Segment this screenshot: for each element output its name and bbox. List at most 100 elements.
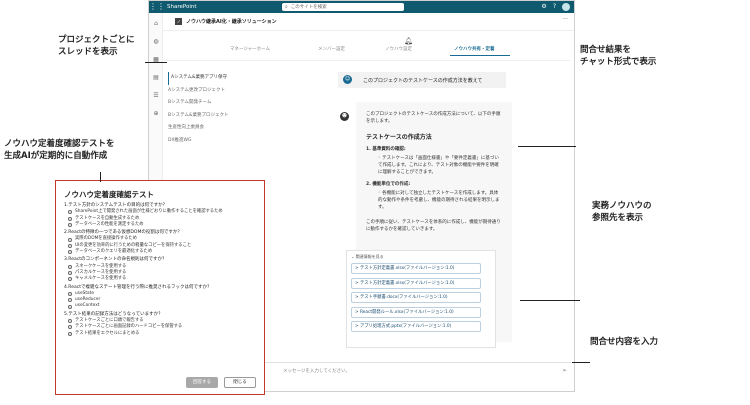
thread-item[interactable]: Bシステム開発チーム [168, 97, 263, 110]
annotation-line: 生成AIが定期的に自動作成 [4, 151, 108, 161]
radio-button[interactable] [68, 243, 72, 248]
user-icon: ☺ [343, 75, 352, 84]
annotation-chat: 問合せ結果を チャット形式で表示 [580, 44, 656, 68]
step2-text: 各機能に対して独立したテストケースを作成します。具体的な動作や条件を考慮し、機能… [378, 191, 500, 210]
annotation-connector [518, 146, 576, 147]
app-launcher-icon[interactable]: ⋮⋮ [149, 1, 165, 13]
site-logo[interactable]: ノ [175, 18, 182, 25]
radio-button[interactable] [68, 250, 72, 255]
thread-item[interactable]: DX推進WG [168, 135, 263, 148]
annotation-line: スレッドを表示 [58, 47, 118, 57]
answer-step-title: 2. 機能単位での作成: [366, 182, 411, 187]
option-label: キャメルケースを使用する [75, 276, 127, 282]
annotation-connector [145, 62, 167, 63]
reference-link[interactable]: > アプリ処理方式.pptx(ファイルバージョン:1.0) [351, 321, 481, 332]
tab-knowhow-settings[interactable]: ノウハウ設定 [385, 46, 412, 52]
home-icon[interactable]: ⌂ [149, 17, 163, 31]
answer-heading: テストケースの作成方法 [366, 134, 432, 141]
radio-button[interactable] [68, 216, 72, 221]
submit-answer-button[interactable]: 回答する [186, 377, 218, 388]
reference-link[interactable]: > React開発ルール.xlsx(ファイルバージョン:1.0) [351, 306, 481, 318]
site-search-box[interactable]: ⌕ このサイトを検索 [282, 3, 404, 11]
radio-button[interactable] [68, 298, 72, 303]
tab-manager-home[interactable]: マネージャーホーム [230, 46, 270, 52]
notification-bell-icon[interactable]: 🔔︎ [404, 37, 413, 45]
thread-item[interactable]: Bシステム&業務プロジェクト [168, 110, 263, 123]
radio-button[interactable] [68, 277, 72, 282]
send-icon[interactable]: ➢ [562, 367, 567, 374]
settings-icon[interactable]: ⚙ [541, 1, 546, 13]
radio-button[interactable] [68, 304, 72, 309]
thread-item[interactable]: Aシステム更改プロジェクト [168, 85, 263, 98]
quiz-option[interactable]: useContext [68, 303, 256, 309]
answer-step-text: ◦ 各機能に対して独立したテストケースを作成します。具体的な動作や条件を考慮し、… [378, 191, 500, 210]
radio-button[interactable] [68, 210, 72, 215]
document-icon[interactable]: ▤ [149, 71, 163, 85]
quiz-option[interactable]: データベースの性能を測定するため [68, 222, 256, 228]
option-label: テスト結果をエクセルにまとめる [75, 330, 140, 336]
thread-item[interactable]: Aシステム&業務アプリ保守 [168, 72, 263, 85]
radio-button[interactable] [68, 223, 72, 228]
step1-text: テストケースは「画面仕様書」や「要件定義書」に基づいて作成します。これにより、テ… [378, 156, 499, 175]
annotation-connector [572, 362, 590, 363]
grid-icon[interactable]: ▦ [149, 53, 163, 67]
answer-step-title: 1. 基準資料の確認: [366, 147, 406, 152]
reference-link[interactable]: > テスト手順書.docx(ファイルバージョン:1.0) [351, 292, 481, 303]
quiz-option[interactable]: キャメルケースを使用する [68, 276, 256, 282]
message-input-bar[interactable]: メッセージを入力してください。 ➢ [265, 362, 571, 378]
radio-button[interactable] [68, 319, 72, 324]
quiz-option[interactable]: データベースのクエリを最適化するため [68, 249, 256, 255]
radio-button[interactable] [68, 237, 72, 242]
related-info-label: 関連情報を見る [355, 254, 384, 259]
top-right-icons: ⚙ ? [541, 1, 574, 13]
radio-button[interactable] [68, 271, 72, 276]
top-bar: ⋮⋮ SharePoint ⌕ このサイトを検索 ⚙ ? [149, 1, 574, 13]
account-avatar[interactable] [562, 3, 570, 11]
tab-knowhow-share[interactable]: ノウハウ共有・定着 [454, 46, 495, 52]
project-thread-list: Aシステム&業務アプリ保守 Aシステム更改プロジェクト Bシステム開発チーム B… [168, 72, 263, 147]
option-label: データベースの性能を測定するため [75, 221, 144, 227]
annotation-quiz: ノウハウ定着度確認テストを 生成AIが定期的に自動作成 [4, 138, 115, 162]
radio-button[interactable] [68, 264, 72, 269]
annotation-connector [520, 300, 580, 301]
reference-link[interactable]: > テスト方針定義書.xlsx(ファイルバージョン:1.0) [351, 263, 481, 274]
add-circle-icon[interactable]: ⊕ [149, 107, 163, 121]
annotation-input: 問合せ内容を入力 [590, 336, 658, 348]
user-question-text: このプロジェクトのテストケースの作成方法を教えて [363, 77, 483, 84]
radio-button[interactable] [68, 325, 72, 330]
tab-bar: マネージャーホーム メンバー設定 ノウハウ設定 ノウハウ共有・定着 [230, 46, 560, 56]
annotation-thread: プロジェクトごとに スレッドを表示 [58, 34, 135, 58]
reference-label: React開発ルール.xlsx(ファイルバージョン:1.0) [359, 309, 454, 315]
tab-member-settings[interactable]: メンバー設定 [318, 46, 345, 52]
site-header: ノ ノウハウ継承AI化・継承ソリューション ··· [163, 13, 574, 31]
search-icon: ⌕ [285, 4, 288, 10]
reference-label: テスト方針定義書.xlsx(ファイルバージョン:1.0) [359, 280, 455, 286]
assistant-avatar-icon: ☻ [340, 112, 349, 121]
sharepoint-brand[interactable]: SharePoint [167, 4, 282, 10]
search-placeholder: このサイトを検索 [290, 5, 327, 10]
reference-link[interactable]: > テスト方針定義書.xlsx(ファイルバージョン:1.0) [351, 277, 481, 289]
help-icon[interactable]: ? [553, 1, 556, 13]
list-icon[interactable]: ☰ [149, 89, 163, 103]
answer-intro: このプロジェクトのテストケースの作成方法について、以下の手順を示します。 [366, 112, 501, 124]
annotation-line: 参照先を表示 [592, 213, 644, 223]
answer-footer: この手順に従い、テストケースを体系的に作成し、機能が期待通りに動作するかを確認し… [366, 220, 501, 232]
knowhow-quiz-dialog: ノウハウ定着度確認テスト 1.テスト方針のシステムテストの目的は何ですか？ Sh… [55, 180, 265, 395]
globe-icon[interactable]: ◍ [149, 35, 163, 49]
quiz-option[interactable]: テスト結果をエクセルにまとめる [68, 331, 256, 337]
tab-divider [165, 60, 570, 61]
annotation-line: 問合せ内容を入力 [590, 337, 659, 347]
option-label: データベースのクエリを最適化するため [75, 249, 153, 255]
quiz-title: ノウハウ定着度確認テスト [64, 190, 154, 199]
site-title[interactable]: ノウハウ継承AI化・継承ソリューション [186, 18, 277, 25]
annotation-connector [100, 172, 101, 182]
message-input-placeholder: メッセージを入力してください。 [283, 368, 351, 374]
thread-item[interactable]: 生産性向上委員会 [168, 122, 263, 135]
close-button[interactable]: 閉じる [224, 377, 256, 388]
radio-button[interactable] [68, 331, 72, 336]
radio-button[interactable] [68, 292, 72, 296]
related-info-title[interactable]: ⌄ 関連情報を見る [351, 254, 491, 260]
reference-label: テスト手順書.docx(ファイルバージョン:1.0) [359, 295, 448, 300]
more-options-icon[interactable]: ··· [562, 16, 568, 23]
reference-label: テスト方針定義書.xlsx(ファイルバージョン:1.0) [359, 266, 455, 271]
